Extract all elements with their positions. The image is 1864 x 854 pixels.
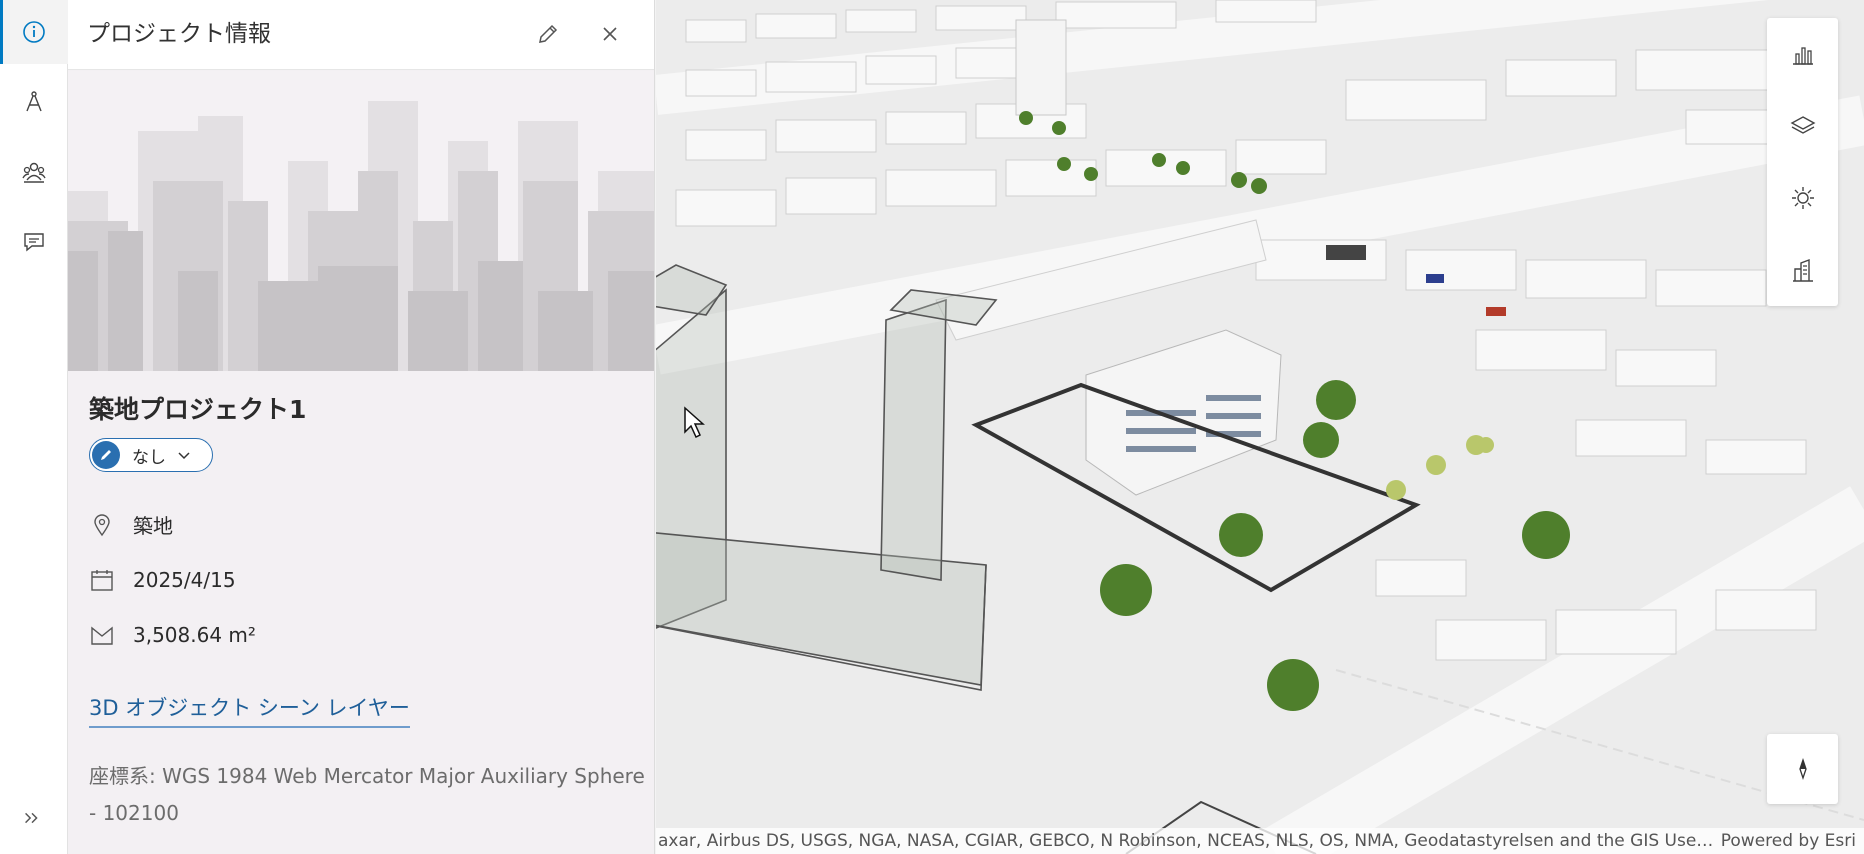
people-icon (22, 162, 46, 183)
comment-icon (24, 233, 44, 252)
3d-city-scene (656, 0, 1864, 854)
map-attribution: axar, Airbus DS, USGS, NGA, NASA, CGIAR,… (656, 828, 1864, 854)
date-row: 2025/4/15 (89, 567, 236, 593)
location-row: 築地 (89, 510, 173, 539)
calendar-icon (91, 570, 113, 591)
layers-button[interactable] (1767, 90, 1838, 162)
status-label: なし (132, 447, 166, 468)
status-pencil-icon (92, 441, 120, 469)
rail-comments-button[interactable] (0, 210, 68, 274)
area-value: 3,508.64 m² (133, 623, 256, 647)
building-stats-icon (1792, 258, 1813, 282)
rail-team-button[interactable] (0, 140, 68, 204)
building-stats-button[interactable] (1767, 234, 1838, 306)
pencil-icon (539, 24, 558, 43)
coordinate-system-text: 座標系: WGS 1984 Web Mercator Major Auxilia… (89, 764, 645, 825)
close-icon (603, 27, 617, 41)
map-pin-icon (94, 513, 110, 536)
action-rail (0, 0, 68, 854)
scene-view[interactable] (656, 0, 1864, 854)
chevron-down-icon (178, 452, 190, 460)
close-button[interactable] (588, 14, 632, 54)
date-value: 2025/4/15 (133, 568, 236, 592)
statistics-button[interactable] (1767, 18, 1838, 90)
panel-header: プロジェクト情報 (68, 0, 654, 70)
location-value: 築地 (133, 514, 173, 538)
area-row: 3,508.64 m² (89, 622, 256, 648)
edit-button[interactable] (526, 14, 570, 54)
city-skyline-illustration (68, 71, 654, 371)
info-icon (23, 21, 45, 43)
compass-icon (1798, 757, 1807, 781)
mouse-cursor (683, 406, 705, 440)
map-tools-panel (1767, 18, 1838, 306)
rail-info-button[interactable] (0, 0, 68, 64)
powered-by-esri[interactable]: Powered by Esri (1721, 831, 1856, 851)
daylight-icon (1791, 187, 1814, 209)
rail-design-button[interactable] (0, 70, 68, 134)
expand-rail-button[interactable] (10, 800, 54, 836)
project-thumbnail (68, 71, 654, 371)
attribution-text[interactable]: axar, Airbus DS, USGS, NGA, NASA, CGIAR,… (656, 831, 1718, 851)
project-name: 築地プロジェクト1 (89, 395, 307, 424)
layers-icon (1790, 116, 1815, 134)
compass-drafting-icon (26, 91, 42, 112)
scene-layer-link[interactable]: 3D オブジェクト シーン レイヤー (89, 692, 410, 728)
compass-button[interactable] (1767, 734, 1838, 804)
double-chevron-right-icon (25, 812, 38, 824)
panel-title: プロジェクト情報 (87, 21, 271, 47)
project-info-panel: プロジェクト情報 築地プロジェクト1 なし 築地 2025/4/15 3,508… (68, 0, 655, 854)
daylight-button[interactable] (1767, 162, 1838, 234)
status-dropdown[interactable]: なし (89, 438, 213, 472)
area-icon (91, 626, 113, 645)
chart-icon (1792, 47, 1813, 65)
